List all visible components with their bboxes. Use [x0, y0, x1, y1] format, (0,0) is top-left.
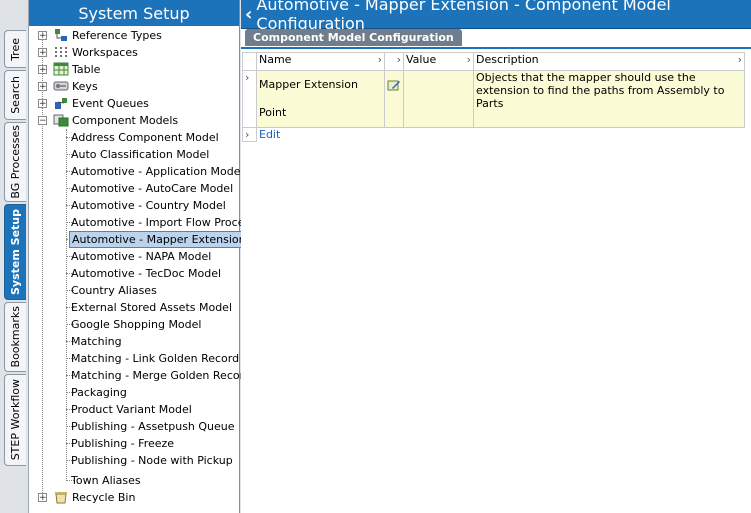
column-header-description-label: Description [476, 53, 539, 66]
tree-leaf-label: Automotive - Application Model [71, 165, 244, 178]
tree-leaf-label: Auto Classification Model [71, 148, 210, 161]
event-queues-icon [55, 98, 67, 109]
tree-node-workspaces[interactable]: + Workspaces [29, 44, 237, 61]
column-header-value[interactable]: Value › [403, 52, 474, 71]
tree-leaf-label: Matching [71, 335, 122, 348]
column-header-name-label: Name [259, 53, 292, 66]
component-models-icon [53, 114, 69, 127]
keys-icon [53, 81, 69, 91]
tab-tree[interactable]: Tree [4, 30, 26, 68]
tree-leaf-label: Publishing - Node with Pickup [71, 454, 233, 467]
column-header-value-label: Value [406, 53, 437, 66]
cell-name[interactable]: Mapper Extension Point [256, 70, 385, 128]
system-setup-panel: System Setup + Reference Types + Workspa… [29, 0, 256, 513]
tree-leaf-label: Automotive - Import Flow Process [71, 216, 256, 229]
tree-leaf-label: Packaging [71, 386, 127, 399]
tab-step-workflow[interactable]: STEP Workflow [4, 374, 26, 466]
tab-bookmarks-label: Bookmarks [9, 306, 22, 368]
sort-arrow-icon[interactable]: › [397, 53, 401, 66]
sort-arrow-icon[interactable]: › [738, 53, 742, 66]
expand-icon[interactable]: + [38, 82, 47, 92]
tree-leaf-label: Automotive - NAPA Model [71, 250, 212, 263]
tree-leaf-label: Address Component Model [71, 131, 219, 144]
tab-component-model-configuration[interactable]: Component Model Configuration [245, 29, 462, 46]
tab-system-setup[interactable]: System Setup [4, 204, 26, 300]
tab-bg-processes-label: BG Processes [9, 125, 22, 199]
tree-leaf-label: Automotive - AutoCare Model [71, 182, 234, 195]
expand-icon[interactable]: + [38, 99, 47, 109]
tree-node-table[interactable]: + Table [29, 61, 237, 78]
tree-leaf-label: Town Aliases [71, 474, 141, 487]
tree-leaf-label: Matching - Merge Golden Record [71, 369, 251, 382]
tree-leaf-label: External Stored Assets Model [71, 301, 233, 314]
configuration-table: Name › › Value › Description › › Mapper Ext… [242, 52, 745, 142]
tab-bookmarks[interactable]: Bookmarks [4, 302, 26, 372]
expand-icon[interactable]: + [38, 48, 47, 58]
tree-node-label: Table [72, 63, 101, 76]
edit-cell: Edit [257, 128, 745, 142]
row-marker: › [242, 70, 257, 128]
recycle-bin-icon [55, 492, 67, 504]
table-header-row: Name › › Value › Description › [242, 52, 745, 71]
tree-node-label: Event Queues [72, 97, 149, 110]
tree-leaf-label: Google Shopping Model [71, 318, 202, 331]
row-marker-header [242, 52, 257, 71]
tree-node-label: Reference Types [72, 29, 162, 42]
sort-arrow-icon[interactable]: › [378, 53, 382, 66]
edit-link[interactable]: Edit [259, 128, 280, 141]
tab-strip: Component Model Configuration [241, 29, 751, 49]
cell-value[interactable] [403, 70, 474, 128]
cell-edit[interactable] [384, 70, 404, 128]
edit-icon[interactable] [387, 79, 401, 91]
tree-node-event-queues[interactable]: + Event Queues [29, 95, 237, 112]
vertical-tab-bar: Tree Search BG Processes System Setup Bo… [0, 0, 29, 513]
tab-system-setup-label: System Setup [9, 209, 22, 295]
sort-arrow-icon[interactable]: › [467, 53, 471, 66]
tree-leaf-label: Country Aliases [71, 284, 157, 297]
tree-leaf-label: Publishing - Freeze [71, 437, 175, 450]
reference-types-icon [55, 29, 67, 41]
table-row[interactable]: › Mapper Extension Point Objects that th… [242, 70, 745, 128]
setup-tree: + Reference Types + Workspaces + Table +… [29, 27, 256, 513]
table-icon [53, 62, 69, 76]
expand-icon[interactable]: + [38, 31, 47, 41]
tree-node-label: Component Models [72, 114, 179, 127]
tree-leaf-label: Matching - Link Golden Record [71, 352, 240, 365]
tree-node-label: Workspaces [72, 46, 138, 59]
tab-step-workflow-label: STEP Workflow [9, 379, 22, 461]
expand-icon[interactable]: + [38, 65, 47, 75]
tree-leaf-label: Product Variant Model [71, 403, 192, 416]
tree-node-recycle-bin[interactable]: + Recycle Bin [29, 489, 237, 506]
tree-node-reference-types[interactable]: + Reference Types [29, 27, 237, 44]
tree-leaf-label: Publishing - Assetpush Queue [71, 420, 235, 433]
back-arrow-icon[interactable]: ‹ [245, 4, 252, 25]
tab-bg-processes[interactable]: BG Processes [4, 122, 26, 202]
column-header-description[interactable]: Description › [473, 52, 745, 71]
expand-icon[interactable]: + [38, 493, 47, 503]
configuration-header: ‹ Automotive - Mapper Extension - Compon… [241, 0, 751, 33]
cell-description: Objects that the mapper should use the e… [473, 70, 745, 128]
workspaces-icon [55, 47, 67, 57]
tree-node-label: Keys [72, 80, 98, 93]
tree-connector [66, 129, 67, 481]
tree-node-component-models[interactable]: − Component Models [29, 112, 237, 129]
tab-search-label: Search [9, 76, 22, 114]
column-header-name[interactable]: Name › [256, 52, 385, 71]
tab-tree-label: Tree [9, 37, 22, 61]
table-row-edit: › Edit [242, 127, 745, 142]
tree-node-keys[interactable]: + Keys [29, 78, 237, 95]
column-header-edit[interactable]: › [384, 52, 404, 71]
tree-leaf-label: Automotive - TecDoc Model [71, 267, 222, 280]
panel-title: System Setup [29, 0, 239, 26]
configuration-panel: ‹ Automotive - Mapper Extension - Compon… [241, 0, 751, 513]
tree-leaf-label: Automotive - Country Model [71, 199, 226, 212]
tree-leaf-label-selected: Automotive - Mapper Extension [69, 231, 249, 248]
collapse-icon[interactable]: − [38, 116, 47, 126]
tab-search[interactable]: Search [4, 70, 26, 120]
tree-node-label: Recycle Bin [72, 491, 136, 504]
row-marker: › [242, 127, 257, 142]
